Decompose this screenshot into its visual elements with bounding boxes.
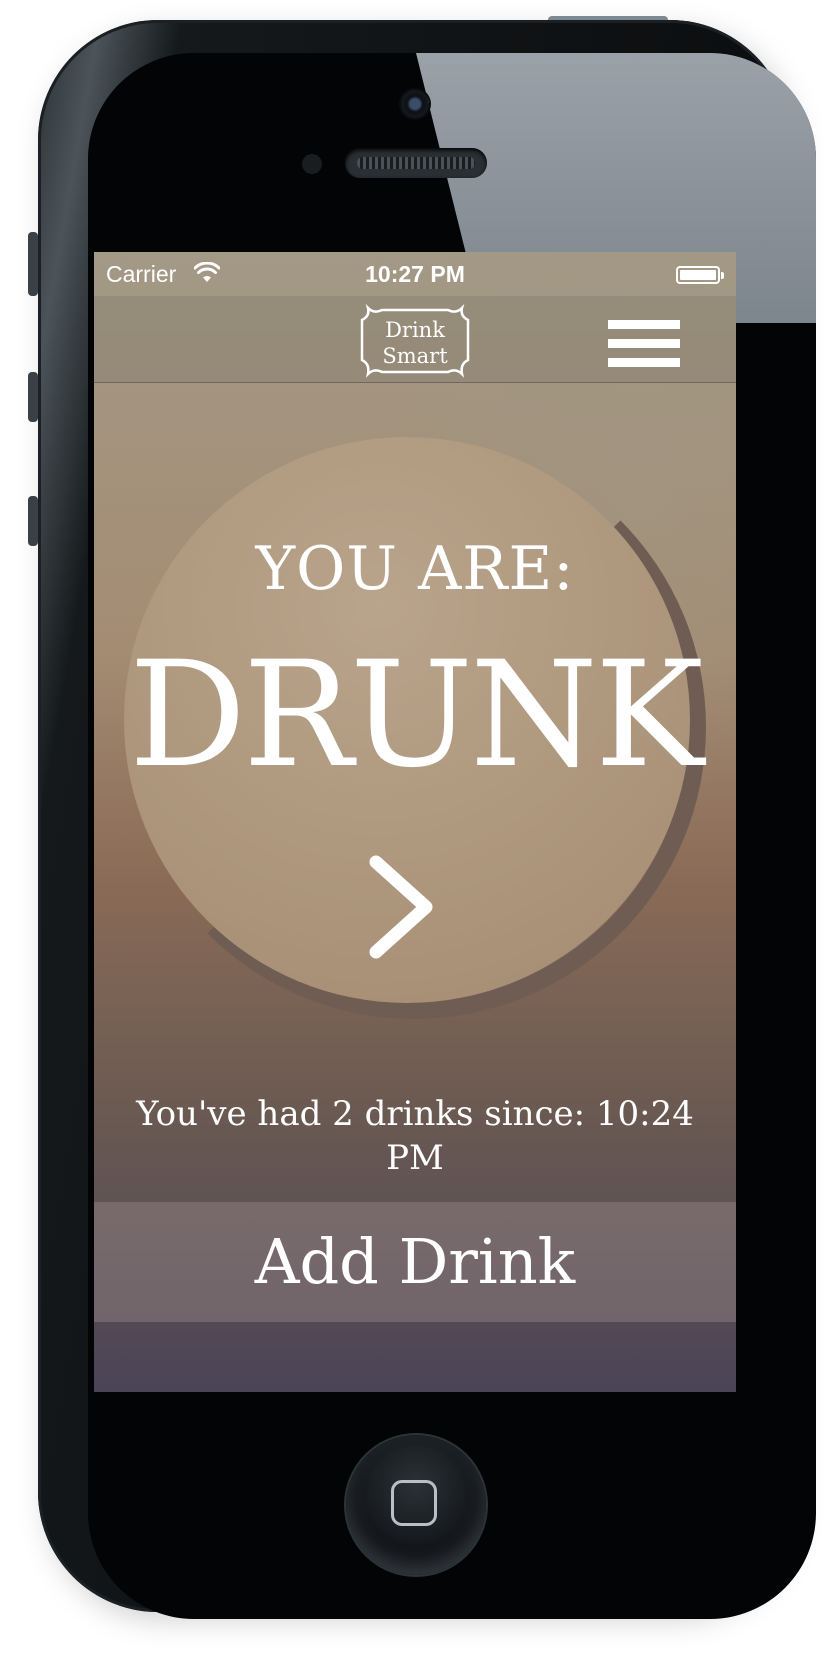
hamburger-menu-icon[interactable] <box>608 320 680 368</box>
drinks-summary: You've had 2 drinks since: 10:24 PM <box>136 1094 694 1178</box>
drunk-state-label: DRUNK <box>129 630 704 800</box>
front-camera <box>401 90 429 118</box>
mute-switch <box>28 232 38 296</box>
home-square-icon <box>391 1480 437 1526</box>
add-drink-button[interactable]: Add Drink <box>94 1202 736 1322</box>
proximity-sensor <box>302 154 322 174</box>
battery-icon <box>676 266 724 284</box>
chevron-right-icon[interactable] <box>364 852 444 962</box>
earpiece-speaker <box>345 148 487 178</box>
status-bar: Carrier 10:27 PM <box>94 252 736 296</box>
logo-line-2: Smart <box>382 344 448 368</box>
nav-bar: Drink Smart <box>94 296 736 383</box>
app-screen: Carrier 10:27 PM Drink Smart YOU ARE: DR… <box>94 252 736 1392</box>
volume-up-button <box>28 372 38 422</box>
logo-line-1: Drink <box>385 318 445 342</box>
status-time: 10:27 PM <box>365 261 465 287</box>
status-heading: YOU ARE: <box>255 534 575 604</box>
volume-down-button <box>28 496 38 546</box>
home-button[interactable] <box>346 1435 486 1575</box>
app-logo: Drink Smart <box>356 302 474 382</box>
